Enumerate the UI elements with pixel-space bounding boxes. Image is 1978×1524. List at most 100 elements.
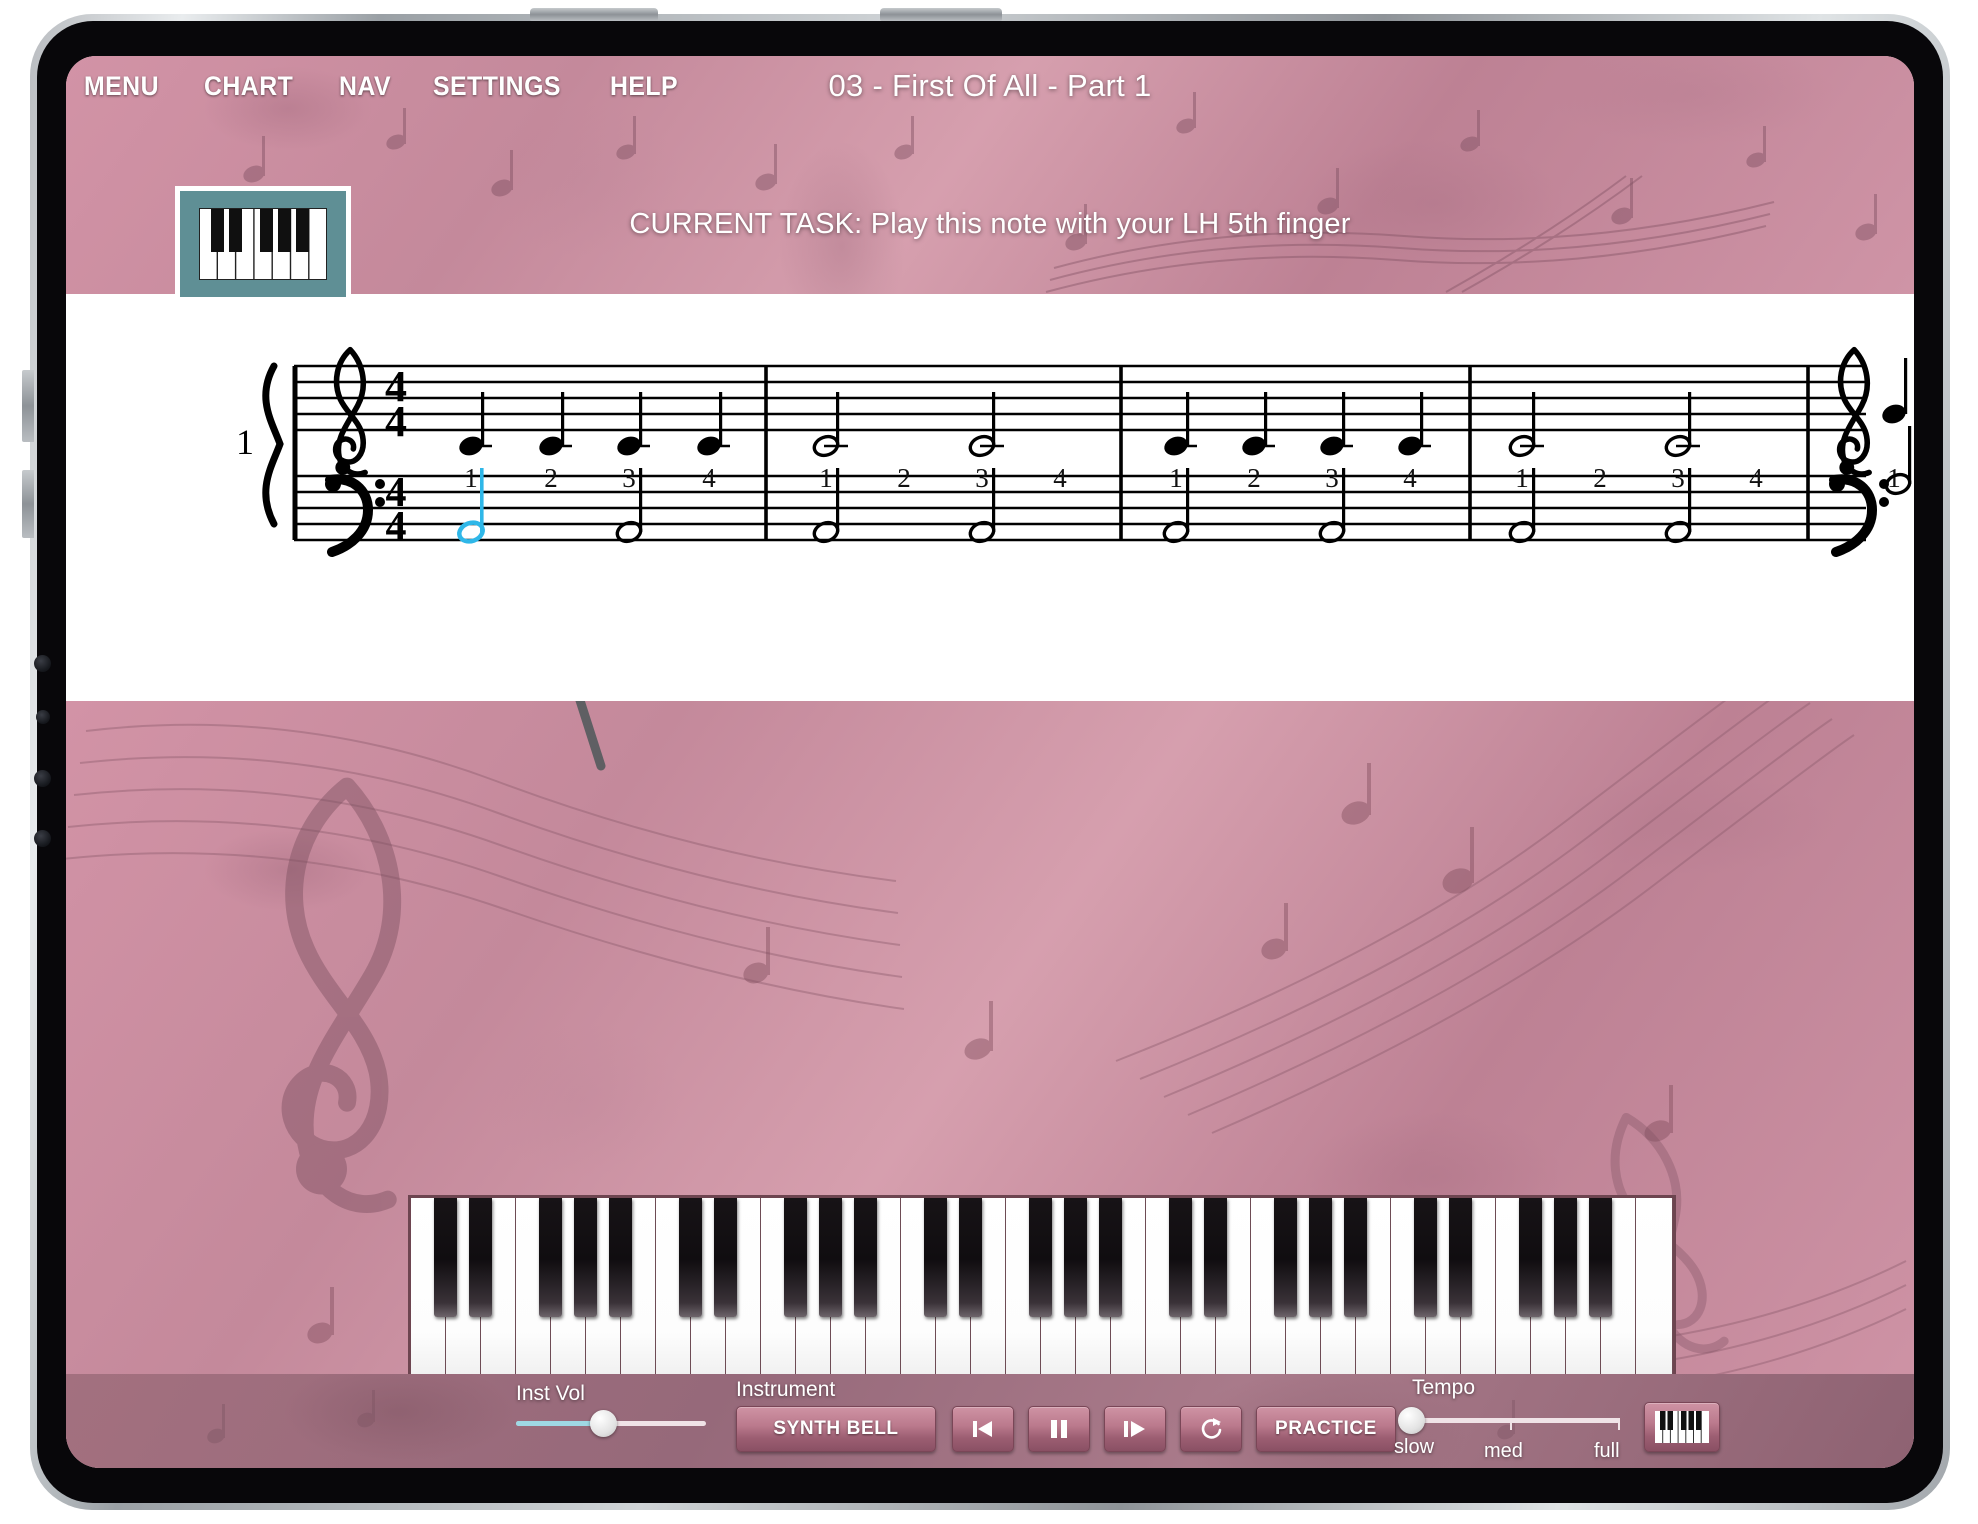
black-key[interactable] bbox=[854, 1198, 877, 1318]
beat-label: 1 bbox=[464, 463, 478, 493]
black-key[interactable] bbox=[1029, 1198, 1052, 1318]
measure-4[interactable]: 1 2 3 4 bbox=[1508, 366, 1810, 545]
black-key[interactable] bbox=[434, 1198, 457, 1318]
instrument-select-button[interactable]: SYNTH BELL bbox=[736, 1406, 936, 1452]
system-number: 1 bbox=[236, 422, 254, 462]
treble-note bbox=[1164, 392, 1197, 456]
black-key[interactable] bbox=[1099, 1198, 1122, 1318]
tempo-slider-thumb[interactable] bbox=[1398, 1407, 1425, 1434]
microphone-dot-2 bbox=[34, 830, 51, 847]
black-key[interactable] bbox=[1309, 1198, 1332, 1318]
beat-label: 3 bbox=[975, 463, 989, 493]
treble-note bbox=[1664, 392, 1700, 458]
volume-up-button[interactable] bbox=[22, 370, 34, 442]
black-key[interactable] bbox=[959, 1198, 982, 1318]
treble-note bbox=[1508, 392, 1544, 458]
microphone-dot bbox=[34, 770, 51, 787]
treble-note bbox=[812, 392, 848, 458]
beat-label: 4 bbox=[1749, 463, 1763, 493]
loop-repeat-icon bbox=[1201, 1418, 1222, 1439]
beat-label: 1 bbox=[819, 463, 833, 493]
tempo-tick-label-slow: slow bbox=[1394, 1436, 1435, 1458]
treble-note bbox=[968, 392, 1004, 458]
app-screen: MENU CHART NAV SETTINGS HELP 03 - First … bbox=[66, 56, 1914, 1468]
treble-staff-lines bbox=[294, 364, 1866, 432]
tempo-label: Tempo bbox=[1412, 1376, 1476, 1399]
control-bar: Inst Vol Instrument SYNTH BELL PRACTICE … bbox=[66, 1374, 1914, 1468]
power-button[interactable] bbox=[530, 8, 658, 21]
black-key[interactable] bbox=[574, 1198, 597, 1318]
bass-time-sig-bottom: 4 bbox=[386, 504, 407, 550]
black-key[interactable] bbox=[819, 1198, 842, 1318]
black-key[interactable] bbox=[609, 1198, 632, 1318]
treble-note bbox=[1320, 392, 1353, 456]
volume-down-button[interactable] bbox=[22, 470, 34, 538]
black-key[interactable] bbox=[1554, 1198, 1577, 1318]
step-backward-icon bbox=[973, 1421, 992, 1437]
grand-staff: 1 4 4 4 4 1 2 3 4 1 2 3 4 1 2 3 4 1 2 3 … bbox=[236, 346, 1912, 557]
header-piano-toggle-button[interactable] bbox=[175, 186, 351, 302]
treble-note bbox=[539, 392, 572, 456]
black-key[interactable] bbox=[1064, 1198, 1087, 1318]
piano-keyboard-icon bbox=[1655, 1411, 1709, 1443]
measure-5-partial[interactable]: 1 bbox=[1829, 346, 1912, 557]
measure-1[interactable]: 1 2 3 4 bbox=[457, 366, 768, 545]
beat-label: 2 bbox=[1593, 463, 1607, 493]
black-key[interactable] bbox=[679, 1198, 702, 1318]
sensor-dot bbox=[36, 710, 50, 724]
bass-staff-lines bbox=[294, 474, 1866, 542]
beat-label: 4 bbox=[1403, 463, 1417, 493]
beat-label: 3 bbox=[1671, 463, 1685, 493]
tempo-slider-track[interactable] bbox=[1408, 1418, 1620, 1423]
tempo-tick-full bbox=[1618, 1418, 1620, 1430]
tempo-tick-label-full: full bbox=[1594, 1440, 1620, 1462]
white-key[interactable] bbox=[1636, 1198, 1673, 1390]
treble-time-sig-bottom: 4 bbox=[385, 397, 407, 446]
instrument-label: Instrument bbox=[736, 1378, 836, 1401]
black-key[interactable] bbox=[469, 1198, 492, 1318]
black-key[interactable] bbox=[1414, 1198, 1437, 1318]
treble-clef-icon bbox=[1836, 346, 1872, 477]
practice-button[interactable]: PRACTICE bbox=[1256, 1406, 1396, 1452]
beat-label: 4 bbox=[702, 463, 716, 493]
black-key[interactable] bbox=[1274, 1198, 1297, 1318]
camera-dot bbox=[34, 655, 51, 672]
black-key[interactable] bbox=[784, 1198, 807, 1318]
black-key[interactable] bbox=[1169, 1198, 1192, 1318]
black-key[interactable] bbox=[1204, 1198, 1227, 1318]
beat-label: 4 bbox=[1053, 463, 1067, 493]
step-forward-button[interactable] bbox=[1104, 1406, 1166, 1452]
tempo-tick-med bbox=[1510, 1418, 1512, 1430]
black-key[interactable] bbox=[924, 1198, 947, 1318]
treble-note bbox=[459, 392, 492, 456]
pause-icon bbox=[1051, 1420, 1067, 1438]
beat-label: 2 bbox=[897, 463, 911, 493]
keyboard-toggle-button[interactable] bbox=[1644, 1402, 1720, 1452]
top-hardware-button[interactable] bbox=[880, 8, 1002, 21]
beat-label: 1 bbox=[1515, 463, 1529, 493]
treble-note bbox=[697, 392, 730, 456]
song-title: 03 - First Of All - Part 1 bbox=[828, 68, 1152, 103]
piano-keyboard-icon bbox=[199, 208, 327, 280]
inst-vol-slider-thumb[interactable] bbox=[590, 1410, 617, 1437]
pause-button[interactable] bbox=[1028, 1406, 1090, 1452]
black-key[interactable] bbox=[714, 1198, 737, 1318]
black-key[interactable] bbox=[1519, 1198, 1542, 1318]
treble-note bbox=[1398, 392, 1431, 456]
treble-note bbox=[617, 392, 650, 456]
black-key[interactable] bbox=[1449, 1198, 1472, 1318]
beat-label: 2 bbox=[1247, 463, 1261, 493]
beat-label: 1 bbox=[1169, 463, 1183, 493]
beat-label: 3 bbox=[622, 463, 636, 493]
black-key[interactable] bbox=[1589, 1198, 1612, 1318]
step-back-button[interactable] bbox=[952, 1406, 1014, 1452]
treble-clef-icon bbox=[332, 346, 368, 477]
black-key[interactable] bbox=[539, 1198, 562, 1318]
sheet-music-panel[interactable]: 1 4 4 4 4 1 2 3 4 1 2 3 4 1 2 3 4 1 2 3 … bbox=[66, 294, 1914, 701]
black-key[interactable] bbox=[1344, 1198, 1367, 1318]
beat-label: 2 bbox=[544, 463, 558, 493]
piano-keyboard[interactable] bbox=[408, 1195, 1676, 1393]
measure-3[interactable]: 1 2 3 4 bbox=[1162, 366, 1472, 545]
loop-button[interactable] bbox=[1180, 1406, 1242, 1452]
measure-2[interactable]: 1 2 3 4 bbox=[812, 366, 1123, 545]
